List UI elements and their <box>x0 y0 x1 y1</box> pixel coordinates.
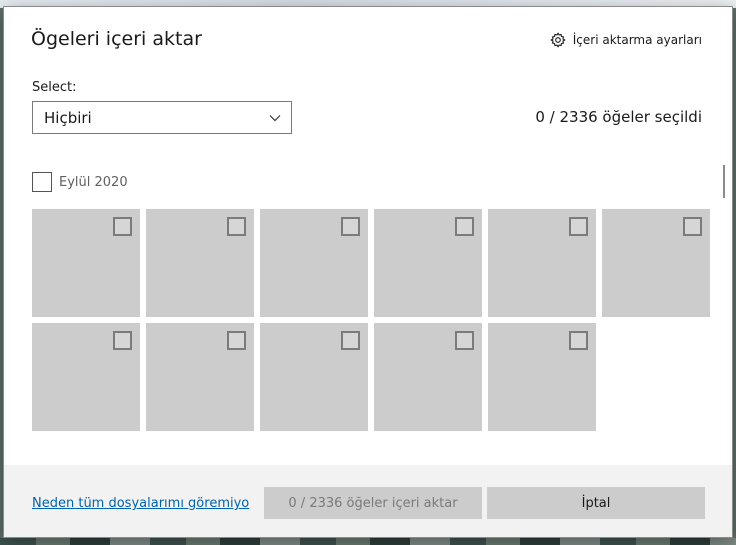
selection-dropdown[interactable]: Hiçbiri <box>32 101 292 134</box>
thumbnail-checkbox[interactable] <box>569 331 588 350</box>
thumbnail-checkbox[interactable] <box>113 331 132 350</box>
scrollbar-thumb[interactable] <box>723 165 725 198</box>
import-dialog: Ögeleri içeri aktar İçeri aktarma ayarla… <box>3 6 733 538</box>
thumbnail-tile[interactable] <box>32 209 140 317</box>
thumbnail-checkbox[interactable] <box>455 217 474 236</box>
selected-count: 0 / 2336 öğeler seçildi <box>535 108 702 126</box>
thumbnail-checkbox[interactable] <box>569 217 588 236</box>
group-date-label: Eylül 2020 <box>59 174 128 190</box>
group-header: Eylül 2020 <box>32 172 128 192</box>
thumbnail-tile[interactable] <box>32 323 140 431</box>
thumbnail-tile[interactable] <box>488 323 596 431</box>
group-select-checkbox[interactable] <box>32 172 52 192</box>
dialog-title: Ögeleri içeri aktar <box>31 28 202 50</box>
import-button[interactable]: 0 / 2336 öğeler içeri aktar <box>264 487 482 519</box>
thumbnail-checkbox[interactable] <box>341 217 360 236</box>
thumbnail-tile[interactable] <box>488 209 596 317</box>
thumbnail-checkbox[interactable] <box>227 217 246 236</box>
chevron-down-icon <box>269 114 281 121</box>
thumbnail-tile[interactable] <box>146 323 254 431</box>
dialog-footer: Neden tüm dosyalarımı göremiyo 0 / 2336 … <box>4 465 732 537</box>
gear-icon <box>550 32 566 48</box>
why-cant-see-files-link[interactable]: Neden tüm dosyalarımı göremiyo <box>32 496 249 511</box>
thumbnail-tile[interactable] <box>146 209 254 317</box>
selection-dropdown-value: Hiçbiri <box>44 108 92 127</box>
import-settings-link[interactable]: İçeri aktarma ayarları <box>550 32 702 48</box>
thumbnail-tile[interactable] <box>260 209 368 317</box>
select-label: Select: <box>32 80 77 95</box>
thumbnail-checkbox[interactable] <box>113 217 132 236</box>
thumbnail-checkbox[interactable] <box>227 331 246 350</box>
thumbnail-tile[interactable] <box>260 323 368 431</box>
thumbnail-checkbox[interactable] <box>341 331 360 350</box>
cancel-button[interactable]: İptal <box>487 487 705 519</box>
thumbnail-tile[interactable] <box>374 323 482 431</box>
thumbnail-grid <box>32 209 710 431</box>
thumbnail-tile[interactable] <box>374 209 482 317</box>
thumbnail-checkbox[interactable] <box>455 331 474 350</box>
background-desktop-strip <box>0 538 736 545</box>
thumbnail-tile[interactable] <box>602 209 710 317</box>
thumbnail-checkbox[interactable] <box>683 217 702 236</box>
import-settings-label: İçeri aktarma ayarları <box>572 33 702 47</box>
